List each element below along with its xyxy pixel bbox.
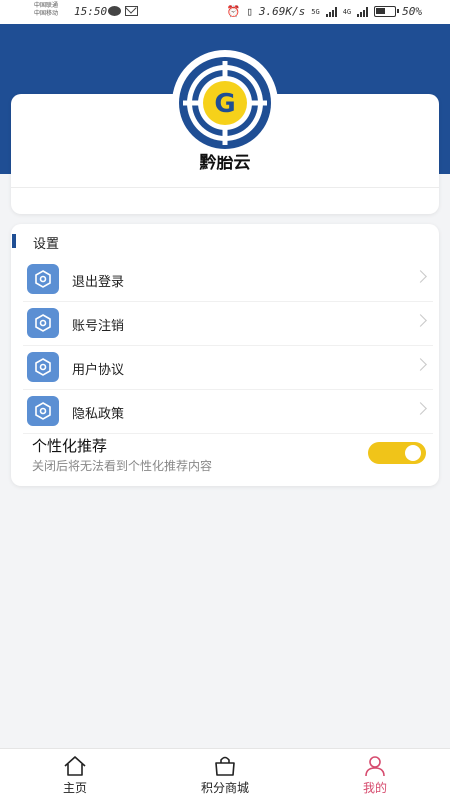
battery-icon bbox=[374, 6, 400, 17]
battery-level: 50% bbox=[402, 5, 422, 18]
bottom-nav: 主页 积分商城 我的 bbox=[0, 748, 450, 800]
vibrate-icon: ▯ bbox=[246, 5, 253, 18]
nav-label: 主页 bbox=[62, 781, 87, 795]
shopping-bag-icon bbox=[215, 756, 235, 776]
menu-item-user-agreement[interactable]: 用户协议 bbox=[23, 346, 433, 390]
gear-icon bbox=[27, 396, 59, 426]
menu-label: 账号注销 bbox=[72, 319, 125, 334]
menu-item-logout[interactable]: 退出登录 bbox=[23, 258, 433, 302]
menu-label: 隐私政策 bbox=[72, 407, 125, 422]
nav-points-mall[interactable]: 积分商城 bbox=[170, 749, 280, 800]
home-icon bbox=[64, 756, 86, 776]
carrier-1: 中国联通 bbox=[34, 2, 59, 9]
menu-label: 用户协议 bbox=[72, 363, 125, 378]
chevron-right-icon bbox=[414, 314, 427, 327]
chevron-right-icon bbox=[414, 402, 427, 415]
settings-card: 设置 退出登录 账号注销 用户协议 隐私政策 个性化推荐 关闭后将无法看到个性化… bbox=[11, 224, 439, 486]
logo-emblem: G bbox=[179, 57, 271, 149]
gear-icon bbox=[27, 264, 59, 294]
divider bbox=[11, 187, 439, 188]
section-accent-bar bbox=[12, 234, 16, 248]
carrier-2: 中国移动 bbox=[34, 10, 59, 17]
gear-icon bbox=[27, 352, 59, 382]
mail-icon bbox=[125, 6, 138, 16]
nav-home[interactable]: 主页 bbox=[20, 749, 130, 800]
menu-item-privacy-policy[interactable]: 隐私政策 bbox=[23, 390, 433, 434]
menu-label: 退出登录 bbox=[72, 275, 125, 290]
status-time: 15:50 bbox=[74, 5, 108, 18]
section-title: 设置 bbox=[33, 237, 60, 252]
alarm-icon: ⏰ bbox=[226, 5, 241, 18]
carrier-info: 中国联通 中国移动 bbox=[34, 2, 58, 18]
nav-label: 积分商城 bbox=[200, 781, 249, 795]
chevron-right-icon bbox=[414, 270, 427, 283]
gear-icon bbox=[27, 308, 59, 338]
status-bar: 中国联通 中国移动 15:50 ⏰ ▯ 3.69K/s 5G 4G 50% bbox=[0, 0, 450, 24]
signal-icon-2 bbox=[357, 6, 369, 17]
chat-icon bbox=[108, 6, 121, 16]
net-5g-label: 5G bbox=[311, 7, 320, 16]
personalized-title: 个性化推荐 bbox=[32, 437, 108, 455]
signal-icon bbox=[325, 6, 337, 17]
logo-letter: G bbox=[214, 89, 235, 119]
net-speed: 3.69K/s bbox=[258, 5, 306, 18]
menu-item-deactivate-account[interactable]: 账号注销 bbox=[23, 302, 433, 346]
personalized-toggle[interactable] bbox=[368, 442, 426, 464]
nav-mine[interactable]: 我的 bbox=[320, 749, 430, 800]
app-logo: G bbox=[172, 50, 278, 156]
chevron-right-icon bbox=[414, 358, 427, 371]
nav-label: 我的 bbox=[362, 781, 387, 795]
user-icon bbox=[365, 756, 385, 777]
toggle-knob bbox=[405, 445, 421, 461]
personalized-description: 关闭后将无法看到个性化推荐内容 bbox=[32, 459, 213, 473]
net-4g-label: 4G bbox=[342, 7, 352, 16]
